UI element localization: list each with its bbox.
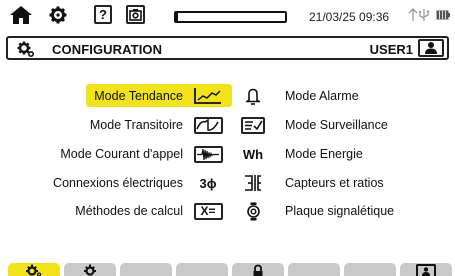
menu-item-monitoring-mode[interactable]: Mode Surveillance [285, 114, 388, 136]
page-title: CONFIGURATION [52, 42, 163, 57]
three-phase-icon[interactable]: 3ϕ [193, 172, 223, 194]
date-time: 21/03/25 09:36 [309, 10, 390, 24]
tab-lock[interactable] [232, 263, 284, 276]
menu-item-alarm-mode[interactable]: Mode Alarme [285, 85, 359, 107]
monitoring-icon[interactable] [241, 114, 265, 136]
nameplate-icon[interactable] [245, 200, 261, 222]
calculation-icon[interactable]: X= [193, 200, 223, 222]
configuration-gear-icon [8, 264, 60, 276]
tab-empty-7[interactable] [344, 263, 396, 276]
trend-icon[interactable] [192, 85, 224, 107]
sensors-icon[interactable] [242, 172, 264, 194]
gear-icon [64, 264, 116, 276]
menu-item-electrical-connections[interactable]: Connexions électriques [53, 172, 183, 194]
lock-icon [232, 264, 284, 276]
tab-empty-3[interactable] [120, 263, 172, 276]
energy-icon[interactable]: Wh [241, 143, 265, 165]
battery-icon [436, 10, 450, 20]
menu-item-trend-mode[interactable]: Mode Tendance [94, 85, 183, 107]
tab-configuration[interactable] [8, 263, 60, 276]
user-name: USER1 [369, 42, 413, 57]
help-icon[interactable]: ? [94, 5, 112, 24]
transient-icon[interactable] [193, 114, 223, 136]
configuration-gear-icon [17, 40, 35, 63]
network-icon [408, 8, 418, 21]
title-bar: CONFIGURATION USER1 [6, 36, 449, 60]
menu-item-inrush-mode[interactable]: Mode Courant d'appel [60, 143, 183, 165]
menu-item-energy-mode[interactable]: Mode Energie [285, 143, 363, 165]
progress-fill [176, 13, 179, 21]
menu-item-transient-mode[interactable]: Mode Transitoire [90, 114, 183, 136]
user-icon [425, 42, 437, 54]
tab-settings[interactable] [64, 263, 116, 276]
memory-progress-bar [174, 11, 287, 23]
inrush-icon[interactable] [193, 143, 223, 165]
user-profile-button[interactable] [418, 39, 444, 57]
menu-item-sensors-ratios[interactable]: Capteurs et ratios [285, 172, 384, 194]
menu-item-nameplate[interactable]: Plaque signalétique [285, 200, 394, 222]
tab-user[interactable] [400, 263, 452, 276]
gear-icon[interactable] [48, 5, 68, 25]
menu-item-calculation-methods[interactable]: Méthodes de calcul [75, 200, 183, 222]
tab-empty-6[interactable] [288, 263, 340, 276]
snapshot-icon[interactable] [126, 5, 145, 24]
usb-icon [419, 9, 430, 21]
tab-empty-4[interactable] [176, 263, 228, 276]
home-icon[interactable] [8, 5, 34, 25]
bottom-tab-bar [0, 263, 455, 276]
status-bar: ? 21/03/25 09:36 [0, 0, 455, 31]
user-icon [400, 264, 452, 276]
bell-icon[interactable] [245, 85, 261, 107]
